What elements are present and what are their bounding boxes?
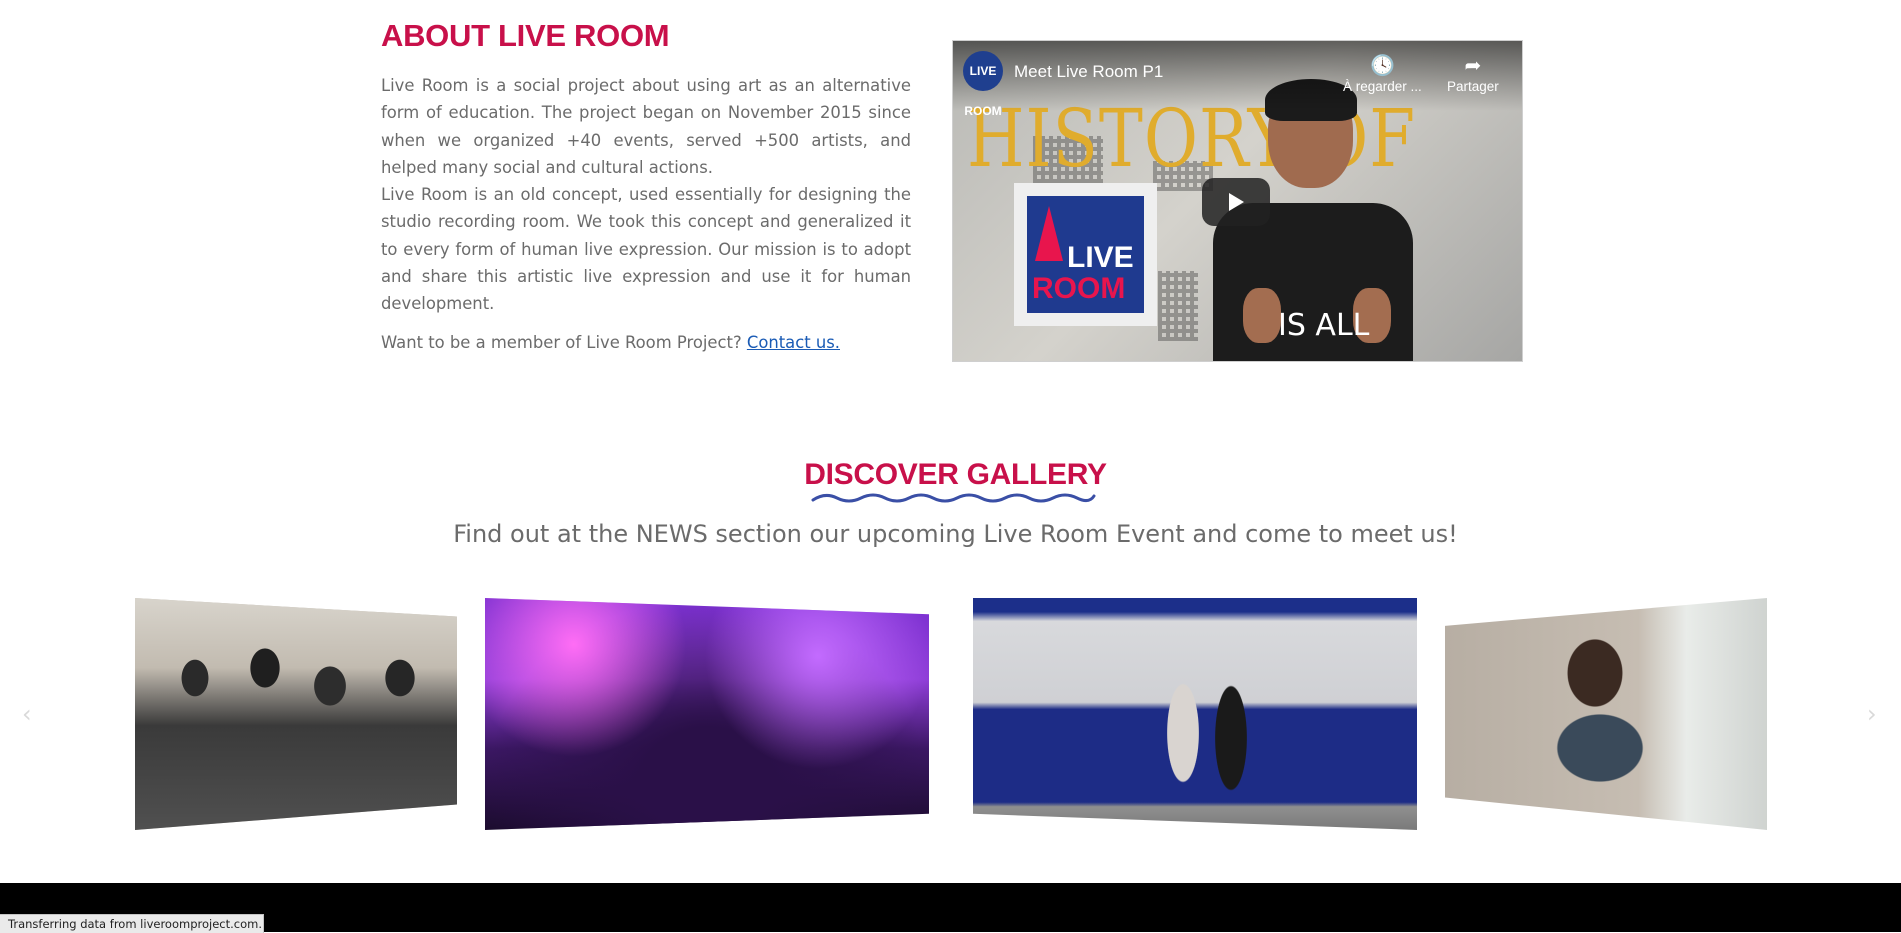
gallery-title: DISCOVER GALLERY — [804, 458, 1107, 491]
clock-icon: 🕓 — [1369, 55, 1395, 77]
share-label: Partager — [1447, 79, 1499, 94]
share-button[interactable]: ➦ Partager — [1447, 53, 1499, 94]
watch-later-button[interactable]: 🕓 À regarder ... — [1343, 53, 1422, 94]
gallery-next-arrow[interactable]: › — [1867, 700, 1877, 728]
about-text: Live Room is a social project about usin… — [381, 72, 911, 318]
member-line: Want to be a member of Live Room Project… — [381, 333, 840, 352]
about-paragraph-2: Live Room is an old concept, used essent… — [381, 185, 911, 314]
video-title[interactable]: Meet Live Room P1 — [1014, 62, 1163, 82]
contact-link[interactable]: Contact us. — [747, 333, 840, 352]
liveroom-poster: LIVE ROOM — [1014, 183, 1157, 326]
browser-status-bar: Transferring data from liveroomproject.c… — [0, 914, 264, 933]
share-icon: ➦ — [1464, 55, 1482, 77]
member-text: Want to be a member of Live Room Project… — [381, 333, 742, 352]
shirt-text: IS ALL — [1278, 308, 1370, 343]
title-underline-wave — [811, 493, 1096, 503]
gallery-subtitle: Find out at the NEWS section our upcomin… — [453, 520, 1458, 548]
gallery-slide-party[interactable] — [485, 598, 929, 830]
about-paragraph-1: Live Room is a social project about usin… — [381, 76, 911, 177]
spotlight-icon — [1035, 206, 1063, 261]
gallery-slide-costumes[interactable] — [973, 598, 1417, 830]
video-embed[interactable]: HISTORY OF LIVE ROOM IS ALL LIVE ROOM Me… — [952, 40, 1523, 362]
poster-line-2: ROOM — [1032, 272, 1126, 305]
play-button[interactable] — [1202, 178, 1270, 226]
gallery-slide-exhibition[interactable] — [135, 598, 457, 830]
gallery-prev-arrow[interactable]: ‹ — [22, 700, 32, 728]
footer-bar — [0, 883, 1901, 932]
about-title: ABOUT LIVE ROOM — [381, 18, 670, 53]
watch-later-label: À regarder ... — [1343, 79, 1422, 94]
qr-pattern — [1158, 271, 1198, 341]
poster-line-1: LIVE — [1067, 241, 1134, 274]
video-topbar: LIVE ROOM Meet Live Room P1 🕓 À regarder… — [953, 41, 1522, 118]
channel-logo[interactable]: LIVE ROOM — [963, 51, 1003, 118]
gallery-slide-artist[interactable] — [1445, 598, 1767, 830]
